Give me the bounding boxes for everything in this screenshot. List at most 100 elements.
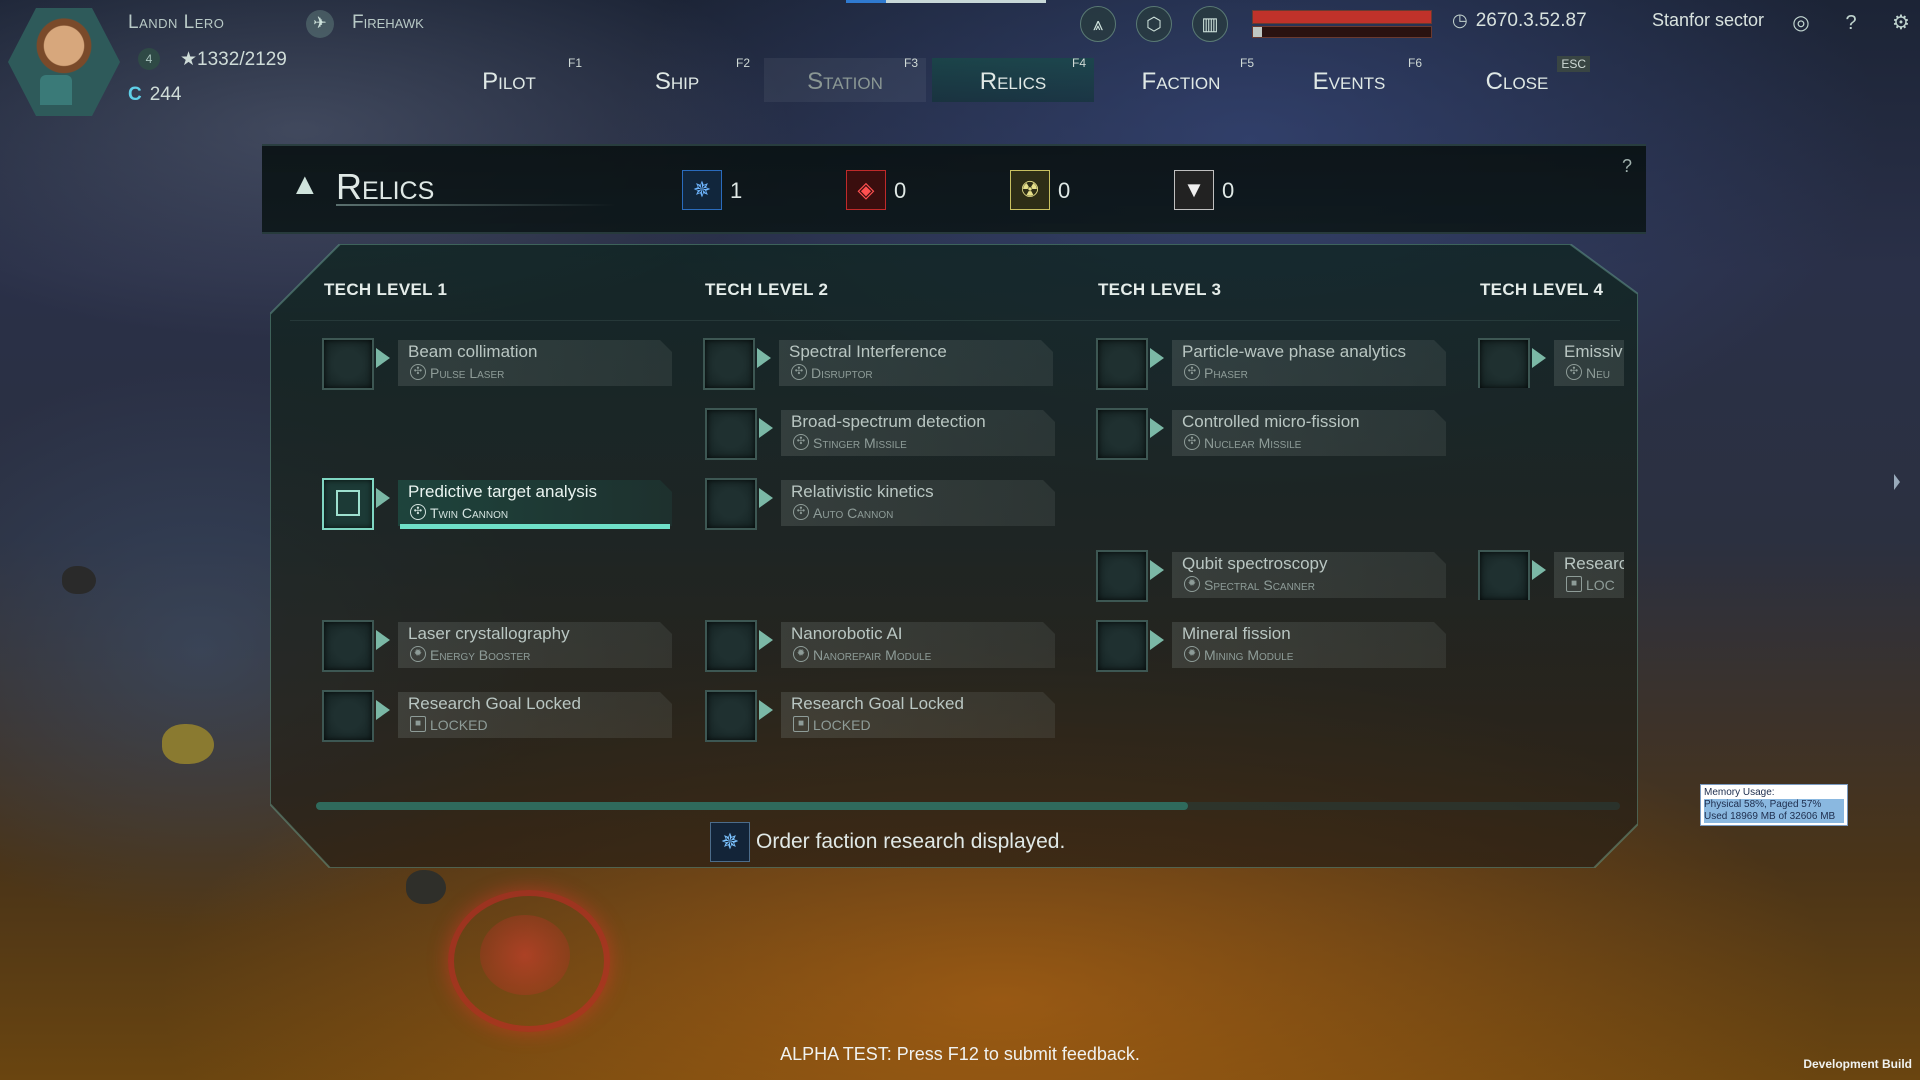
research-unlock: Stinger Missile: [813, 435, 907, 451]
memory-line: Memory Usage:: [1704, 787, 1775, 798]
research-title: Spectral Interference: [789, 342, 947, 361]
research-card[interactable]: Beam collimation ✣ Pulse Laser: [322, 338, 674, 390]
order-faction-icon: ✵: [682, 170, 722, 210]
shield-bar: [1252, 26, 1432, 38]
scrollbar-thumb[interactable]: [316, 802, 1188, 810]
tab-station[interactable]: Station F3: [764, 56, 926, 102]
research-slot[interactable]: [1096, 408, 1148, 460]
play-arrow-icon: [1532, 560, 1546, 580]
memory-line: Used 18969 MB of 32606 MB: [1704, 811, 1844, 823]
weapon-icon: ✣: [793, 434, 809, 450]
credits-value: 244: [149, 84, 182, 105]
research-slot[interactable]: [322, 690, 374, 742]
faction-emblem-icon[interactable]: ⩓: [1080, 6, 1116, 42]
play-arrow-icon: [376, 348, 390, 368]
research-card[interactable]: Controlled micro-fission ✣ Nuclear Missi…: [1096, 408, 1448, 460]
research-slot[interactable]: [322, 478, 374, 530]
tab-ship[interactable]: Ship F2: [596, 56, 758, 102]
research-unlock: Phaser: [1204, 365, 1248, 381]
sector-name: Stanfor sector: [1652, 10, 1765, 30]
research-progress-bar: [400, 524, 670, 529]
research-card[interactable]: Nanorobotic AI ✹ Nanorepair Module: [705, 620, 1057, 672]
research-card[interactable]: Broad-spectrum detection ✣ Stinger Missi…: [705, 408, 1057, 460]
weapon-icon: ✣: [1184, 364, 1200, 380]
title-underline: [336, 204, 616, 206]
order-faction-icon: ✵: [710, 822, 750, 862]
tab-label: Events: [1312, 68, 1386, 95]
play-arrow-icon: [376, 700, 390, 720]
research-card[interactable]: Mineral fission ✹ Mining Module: [1096, 620, 1448, 672]
tech-level-4-header: TECH LEVEL 4: [1480, 280, 1604, 299]
tab-events[interactable]: Events F6: [1268, 56, 1430, 102]
research-slot[interactable]: [322, 620, 374, 672]
relics-triangle-icon: ▲: [290, 168, 320, 201]
research-slot[interactable]: [705, 478, 757, 530]
asteroid: [162, 724, 214, 764]
tab-hotkey: F2: [735, 56, 750, 70]
shield-bar-fill: [1253, 27, 1262, 37]
level-badge: 4: [138, 48, 160, 70]
cargo-bars-icon[interactable]: ▥: [1192, 6, 1228, 42]
module-icon: ✹: [1184, 646, 1200, 662]
research-horizontal-scrollbar[interactable]: [316, 802, 1620, 810]
play-arrow-icon: [759, 418, 773, 438]
tab-hotkey: F4: [1071, 56, 1086, 70]
star-icon: ★: [180, 49, 198, 70]
research-slot[interactable]: [705, 620, 757, 672]
tech-track-line: [290, 320, 1620, 321]
research-card[interactable]: Spectral Interference ✣ Disruptor: [703, 338, 1055, 390]
tech-level-1-header: TECH LEVEL 1: [324, 280, 448, 299]
play-arrow-icon: [757, 348, 771, 368]
pilot-name: Landn Lero: [128, 12, 225, 33]
weapon-icon: ✣: [1566, 364, 1582, 380]
module-icon: ✹: [793, 646, 809, 662]
research-slot[interactable]: [1096, 620, 1148, 672]
sector-target-icon[interactable]: ◎: [1786, 8, 1816, 38]
relics-help-button[interactable]: ?: [1622, 156, 1632, 177]
research-card-locked[interactable]: Research Goal Locked ■ LOCKED: [322, 690, 674, 742]
research-title: Beam collimation: [408, 342, 538, 361]
weapon-icon: ✣: [793, 504, 809, 520]
research-slot[interactable]: [1096, 338, 1148, 390]
memory-line: Physical 58%, Paged 57%: [1704, 799, 1844, 811]
research-slot[interactable]: [322, 338, 374, 390]
research-slot[interactable]: [1478, 338, 1530, 388]
ship-name: Firehawk: [352, 12, 424, 33]
tab-hotkey: F5: [1239, 56, 1254, 70]
research-card-partial[interactable]: Researc ■ LOC: [1478, 550, 1624, 600]
research-card[interactable]: Particle-wave phase analytics ✣ Phaser: [1096, 338, 1448, 390]
tab-faction[interactable]: Faction F5: [1100, 56, 1262, 102]
research-card-partial[interactable]: Emissiv ✣ Neu: [1478, 338, 1624, 388]
tab-hotkey: F6: [1407, 56, 1422, 70]
research-slot[interactable]: [1478, 550, 1530, 600]
research-card-locked[interactable]: Research Goal Locked ■ LOCKED: [705, 690, 1057, 742]
gear-icon[interactable]: ⚙: [1886, 8, 1916, 38]
clock-icon: ◷: [1452, 10, 1468, 30]
play-arrow-icon: [1150, 348, 1164, 368]
tab-pilot[interactable]: Pilot F1: [428, 56, 590, 102]
top-progress-line-accent: [846, 0, 886, 3]
research-slot[interactable]: [703, 338, 755, 390]
weapon-icon: ✣: [791, 364, 807, 380]
asteroid: [62, 566, 96, 594]
research-unlock: LOC: [1586, 577, 1615, 593]
help-icon[interactable]: ?: [1836, 8, 1866, 38]
research-card[interactable]: Relativistic kinetics ✣ Auto Cannon: [705, 478, 1057, 530]
research-card[interactable]: Laser crystallography ✹ Energy Booster: [322, 620, 674, 672]
alpha-feedback-notice: ALPHA TEST: Press F12 to submit feedback…: [780, 1044, 1140, 1064]
research-card[interactable]: Qubit spectroscopy ✹ Spectral Scanner: [1096, 550, 1448, 602]
hexagon-icon[interactable]: ⬡: [1136, 6, 1172, 42]
research-slot[interactable]: [1096, 550, 1148, 602]
tab-close[interactable]: Close ESC: [1436, 56, 1598, 102]
tab-relics[interactable]: Relics F4: [932, 56, 1094, 102]
research-slot[interactable]: [705, 690, 757, 742]
research-unlock: Nanorepair Module: [813, 647, 932, 663]
lock-icon: ■: [410, 716, 426, 732]
research-card-active[interactable]: Predictive target analysis ✣ Twin Cannon: [322, 478, 674, 530]
hull-bar-fill: [1253, 11, 1431, 23]
tab-label: Close: [1485, 68, 1549, 95]
status-message: Order faction research displayed.: [756, 830, 1066, 853]
game-clock-value: 2670.3.52.87: [1475, 10, 1587, 31]
research-slot[interactable]: [705, 408, 757, 460]
white-triangle-icon: ▼: [1174, 170, 1214, 210]
